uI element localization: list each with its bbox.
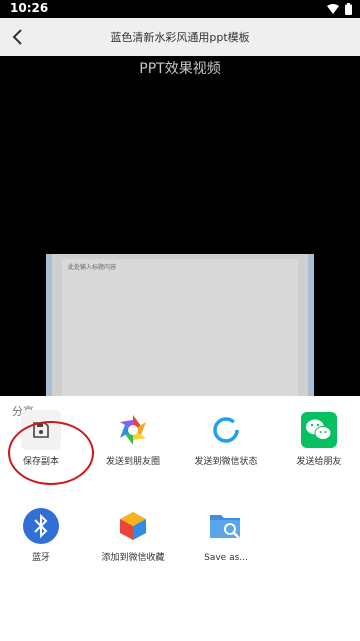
moments-icon: [113, 410, 153, 450]
status-time: 10:26: [10, 1, 49, 15]
bluetooth-icon: [21, 506, 61, 546]
slide-preview: 此处输入标题内容: [46, 254, 314, 396]
video-title: PPT效果视频: [139, 61, 221, 77]
save-as-folder-icon: [206, 506, 246, 546]
page-title: 蓝色清新水彩风通用ppt模板: [110, 31, 250, 44]
share-save-as-label: Save as...: [204, 553, 248, 563]
share-add-favorites-label: 添加到微信收藏: [101, 553, 165, 563]
back-button[interactable]: [6, 25, 30, 49]
back-arrow-icon: [12, 29, 22, 45]
share-wechat-status-label: 发送到微信状态: [194, 457, 258, 467]
wechat-status-icon: [206, 410, 246, 450]
share-add-favorites[interactable]: 添加到微信收藏: [88, 506, 178, 576]
status-bar: 10:26: [0, 0, 360, 18]
wifi-icon: [327, 4, 339, 14]
share-save-copy-label: 保存副本: [22, 457, 59, 467]
share-save-copy[interactable]: 保存副本: [0, 410, 86, 480]
share-send-friend[interactable]: 发送给朋友: [274, 410, 360, 480]
share-bluetooth[interactable]: 蓝牙: [0, 506, 86, 576]
save-icon-wrap: [21, 410, 61, 450]
share-wechat-status[interactable]: 发送到微信状态: [181, 410, 271, 480]
save-icon: [21, 410, 61, 450]
share-moments-label: 发送到朋友圈: [105, 457, 160, 467]
status-icons: [327, 3, 352, 15]
app-bar: 蓝色清新水彩风通用ppt模板: [0, 18, 360, 56]
share-send-friend-label: 发送给朋友: [296, 457, 342, 467]
battery-icon: [345, 3, 352, 15]
share-bluetooth-label: 蓝牙: [31, 553, 50, 563]
share-moments[interactable]: 发送到朋友圈: [88, 410, 178, 480]
slide-content: 此处输入标题内容: [62, 259, 298, 396]
slide-title-placeholder: 此处输入标题内容: [68, 264, 117, 271]
share-sheet: 分享 保存副本 发送到朋友圈: [0, 396, 360, 641]
wechat-icon: [299, 410, 339, 450]
video-player[interactable]: PPT效果视频 此处输入标题内容: [0, 56, 360, 396]
share-save-as[interactable]: Save as...: [181, 506, 271, 576]
favorites-cube-icon: [113, 506, 153, 546]
